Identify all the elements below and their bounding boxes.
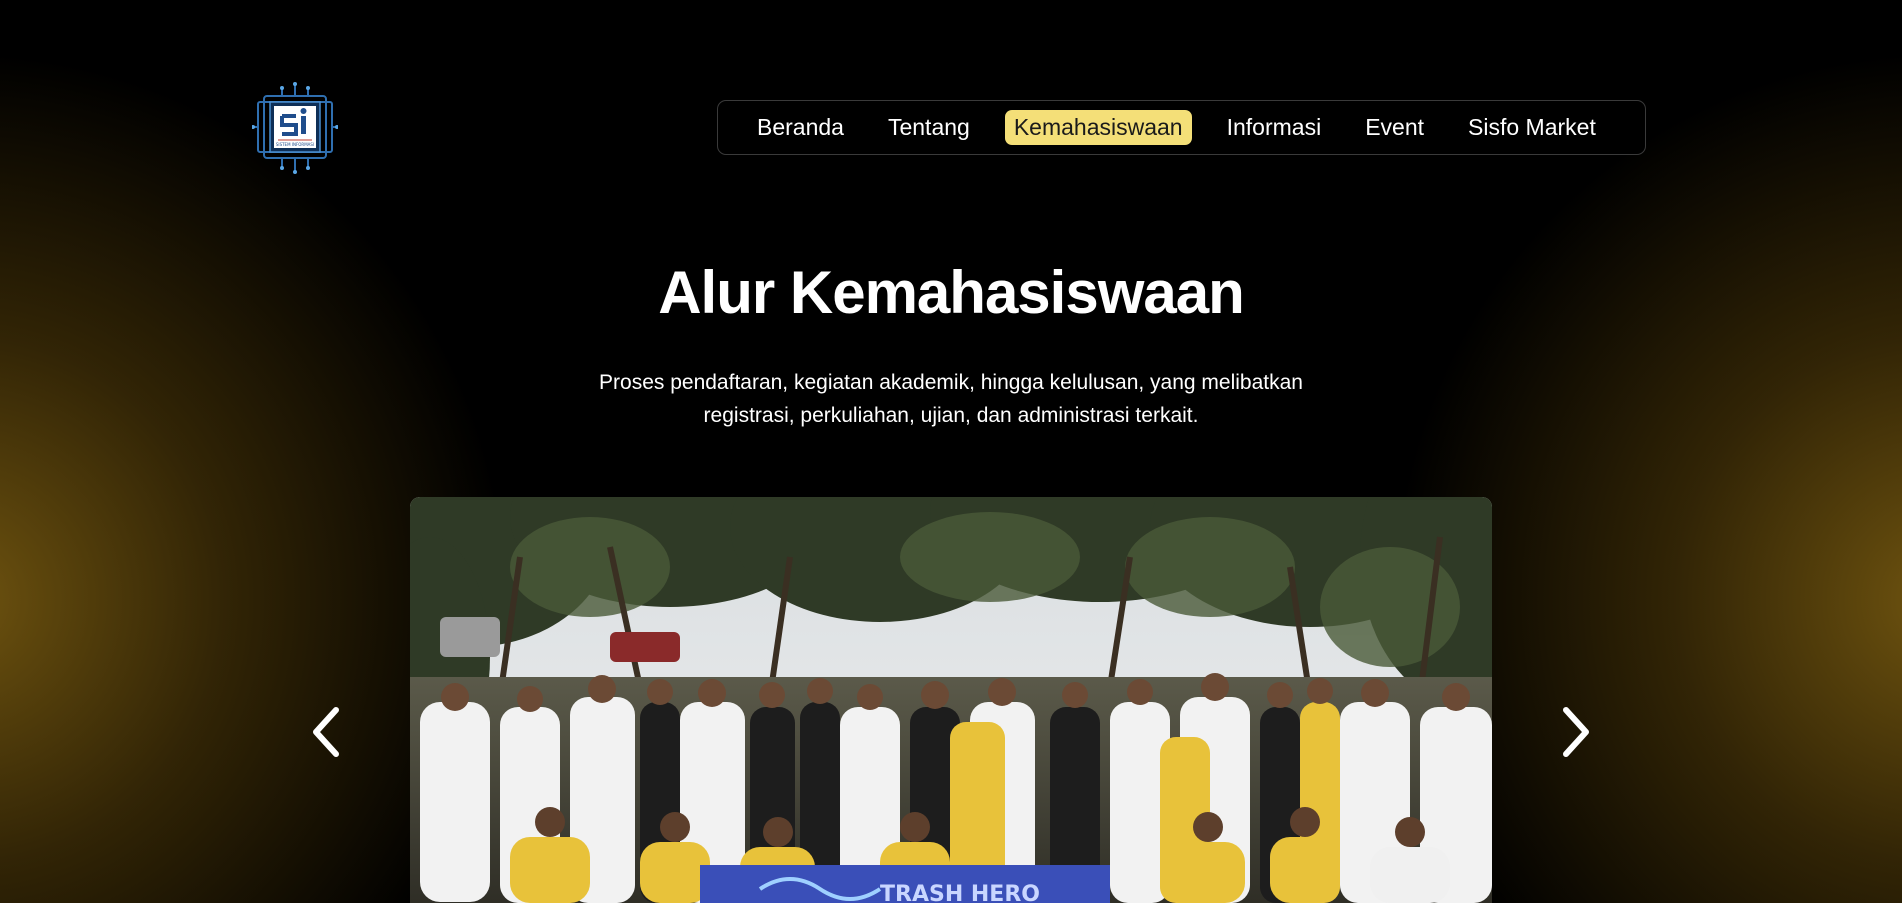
main-nav: Beranda Tentang Kemahasiswaan Informasi …: [717, 100, 1646, 155]
page-title: Alur Kemahasiswaan: [658, 259, 1245, 326]
nav-item-tentang[interactable]: Tentang: [879, 110, 979, 145]
site-logo[interactable]: SISTEM INFORMASI: [251, 80, 339, 176]
nav-item-event[interactable]: Event: [1356, 110, 1433, 145]
nav-item-sisfo-market[interactable]: Sisfo Market: [1459, 110, 1605, 145]
chevron-right-icon: [1563, 707, 1589, 757]
banner-text: TRASH HERO: [880, 882, 1040, 903]
nav-item-informasi[interactable]: Informasi: [1218, 110, 1331, 145]
page-subtitle: Proses pendaftaran, kegiatan akademik, h…: [551, 366, 1351, 432]
subtitle-line-2: registrasi, perkuliahan, ujian, dan admi…: [703, 404, 1199, 427]
nav-item-beranda[interactable]: Beranda: [748, 110, 853, 145]
carousel-next-button[interactable]: [1546, 700, 1606, 764]
carousel-image: TRASH HERO: [410, 497, 1492, 903]
logo-caption: SISTEM INFORMASI: [276, 142, 314, 147]
carousel-prev-button[interactable]: [296, 700, 356, 764]
group-photo: TRASH HERO: [410, 497, 1492, 903]
chevron-left-icon: [313, 707, 339, 757]
subtitle-line-1: Proses pendaftaran, kegiatan akademik, h…: [599, 371, 1303, 394]
nav-item-kemahasiswaan[interactable]: Kemahasiswaan: [1004, 110, 1192, 145]
page: SISTEM INFORMASI Beranda Tentang Kemahas…: [0, 0, 1902, 903]
